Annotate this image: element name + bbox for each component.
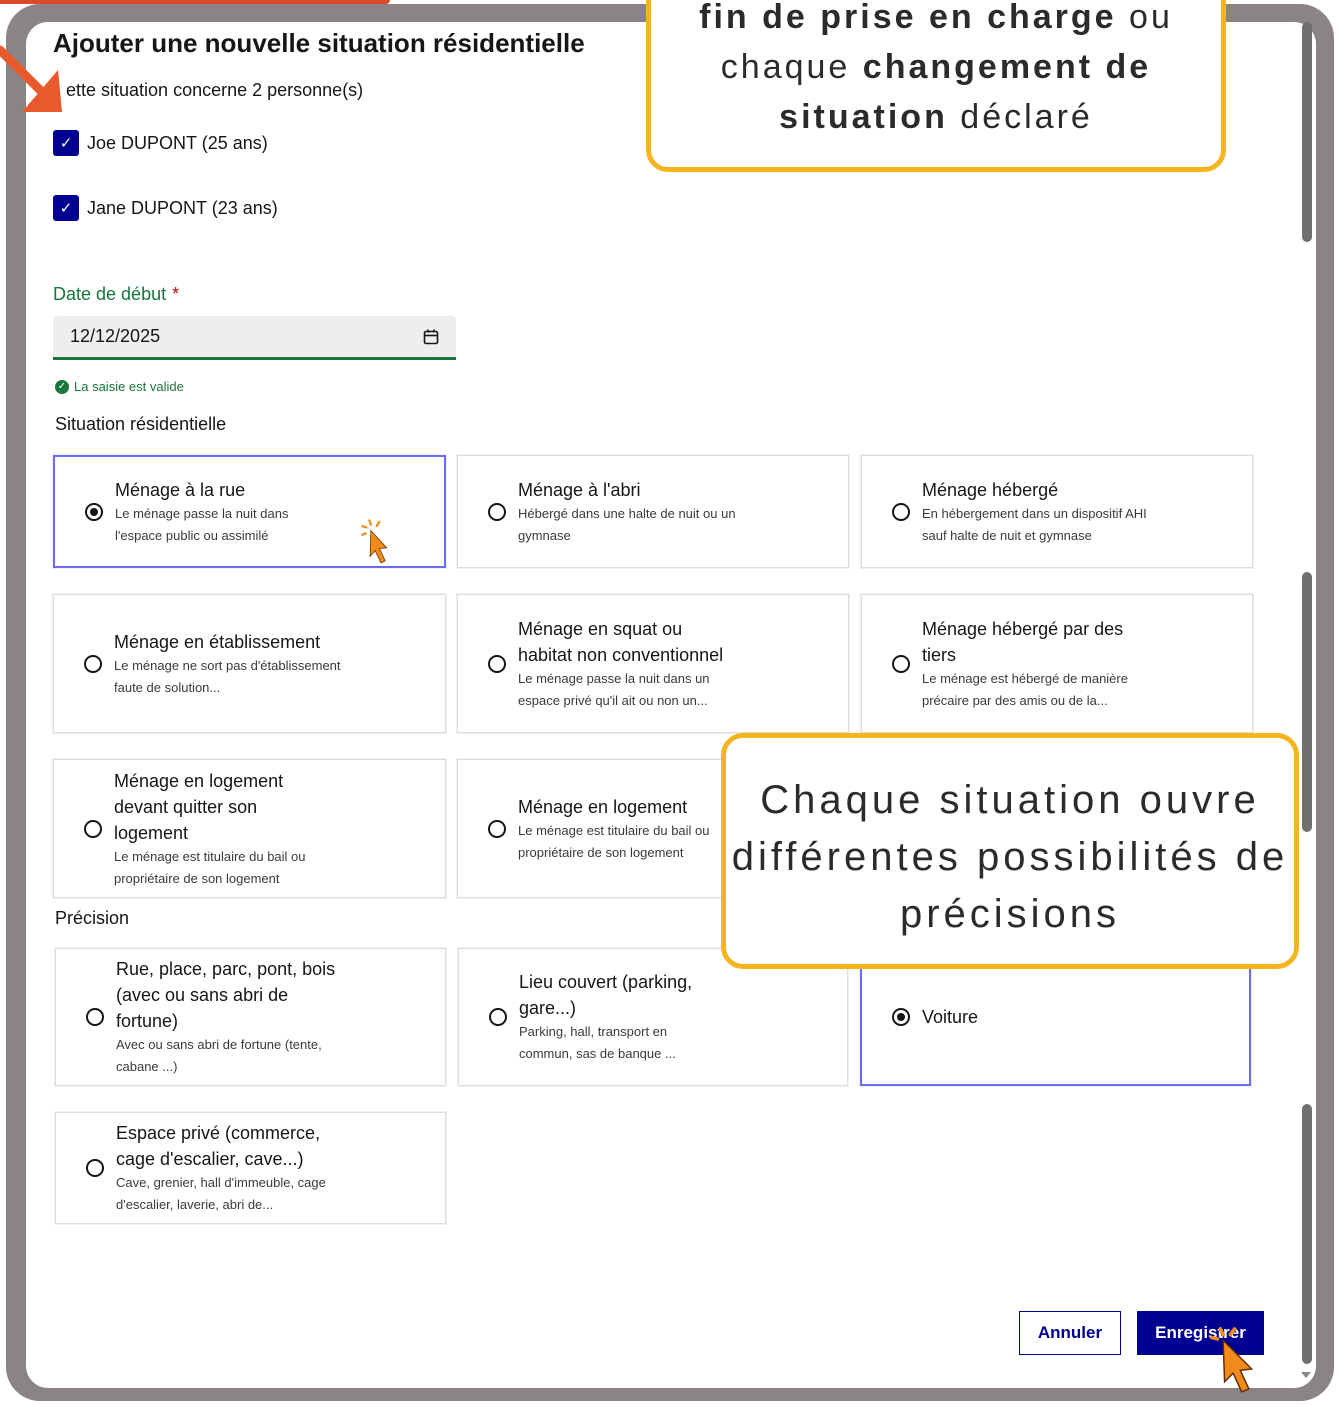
callout-top-text-2: ou: [1116, 0, 1173, 36]
cursor-click-icon: [1209, 1327, 1254, 1393]
situation-card[interactable]: Ménage en squat ou habitat non conventio…: [457, 594, 849, 733]
radio-selected-icon[interactable]: [85, 502, 103, 521]
situation-desc: Le ménage est titulaire du bail ou propr…: [518, 822, 710, 860]
required-mark: *: [172, 284, 180, 304]
callout-top-bold-5: situation: [779, 98, 948, 136]
cursor-click-icon: [361, 519, 388, 564]
situation-title: Ménage en logement: [518, 796, 688, 817]
calendar-icon[interactable]: [422, 328, 440, 346]
radio-icon[interactable]: [488, 654, 506, 673]
scroll-down-icon[interactable]: [1300, 1370, 1312, 1380]
annotation-arrow-icon: [0, 45, 62, 112]
callout-top-text-6: déclaré: [947, 98, 1093, 136]
cancel-button[interactable]: Annuler: [1019, 1311, 1121, 1355]
situation-card[interactable]: Ménage en établissement Le ménage ne sort…: [53, 594, 446, 733]
situation-card[interactable]: Ménage hébergé En hébergement dans un dis…: [861, 455, 1253, 568]
top-accent-tab: [0, 0, 390, 4]
situation-title: Ménage à la rue: [115, 479, 246, 500]
situation-title: Ménage en logement devant quitter son lo…: [114, 770, 284, 843]
radio-icon[interactable]: [892, 654, 910, 673]
radio-icon[interactable]: [488, 502, 506, 521]
callout-top-bold-4: changement de: [862, 48, 1152, 86]
date-input[interactable]: 12/12/2025: [53, 316, 456, 360]
precision-title: Lieu couvert (parking, gare...): [519, 972, 693, 1018]
check-icon[interactable]: ✓: [53, 130, 79, 156]
precision-desc: Avec ou sans abri de fortune (tente, cab…: [116, 1037, 322, 1074]
situation-title: Ménage à l'abri: [518, 479, 641, 500]
date-value: 12/12/2025: [70, 326, 161, 346]
radio-icon[interactable]: [84, 819, 102, 838]
radio-icon[interactable]: [489, 1008, 507, 1026]
scrollbar-thumb-top[interactable]: [1302, 22, 1312, 242]
precision-desc: Parking, hall, transport en commun, sas …: [519, 1024, 676, 1061]
situation-card[interactable]: Ménage à l'abri Hébergé dans une halte de…: [457, 455, 849, 568]
date-label: Date de début *: [53, 284, 179, 305]
situation-title: Ménage hébergé par des tiers: [922, 618, 1124, 665]
situation-card[interactable]: Ménage hébergé par des tiers Le ménage es…: [861, 594, 1253, 733]
radio-icon[interactable]: [892, 502, 910, 521]
callout-top-text-3: chaque: [720, 48, 863, 86]
callout-middle: Chaque situation ouvre différentes possi…: [721, 733, 1299, 969]
situation-title: Ménage en squat ou habitat non conventio…: [518, 618, 724, 665]
scrollbar[interactable]: [1298, 22, 1312, 1382]
radio-icon[interactable]: [488, 819, 506, 838]
situation-card[interactable]: Ménage en logement devant quitter son lo…: [53, 759, 446, 898]
precision-section-label: Précision: [55, 908, 130, 928]
situation-desc: Hébergé dans une halte de nuit ou un gym…: [518, 505, 736, 543]
callout-top-bold-1: fin de prise en charge: [699, 0, 1117, 36]
situation-desc: Le ménage passe la nuit dans l'espace pu…: [115, 505, 289, 543]
check-icon[interactable]: ✓: [53, 195, 79, 221]
situation-desc: Le ménage passe la nuit dans un espace p…: [518, 670, 710, 708]
valid-message: ✓ La saisie est valide: [55, 379, 184, 394]
person-checkbox-row[interactable]: ✓ Jane DUPONT (23 ans): [53, 195, 278, 221]
callout-top: fin de prise en charge ou chaque changem…: [646, 0, 1226, 172]
dialog-title: Ajouter une nouvelle situation résidenti…: [53, 28, 585, 58]
situation-desc: En hébergement dans un dispositif AHI sa…: [922, 505, 1147, 543]
scrollbar-thumb-middle[interactable]: [1302, 572, 1312, 832]
situation-desc: Le ménage est hébergé de manière précair…: [922, 670, 1128, 708]
precision-title: Espace privé (commerce, cage d'escalier,…: [116, 1123, 321, 1169]
person-label: Jane DUPONT (23 ans): [87, 197, 278, 218]
radio-icon[interactable]: [86, 1008, 104, 1026]
dialog-subtitle: ette situation concerne 2 personne(s): [66, 80, 364, 100]
date-label-text: Date de début: [53, 284, 167, 304]
radio-selected-icon[interactable]: [892, 1008, 910, 1026]
precision-title: Voiture: [922, 1007, 979, 1027]
situation-desc: Le ménage est titulaire du bail ou propr…: [114, 848, 306, 886]
precision-card[interactable]: Rue, place, parc, pont, bois (avec ou sa…: [55, 948, 446, 1086]
situation-title: Ménage hébergé: [922, 479, 1059, 500]
precision-title: Rue, place, parc, pont, bois (avec ou sa…: [116, 959, 336, 1031]
precision-card[interactable]: Espace privé (commerce, cage d'escalier,…: [55, 1112, 446, 1224]
scrollbar-thumb-bottom[interactable]: [1302, 1104, 1312, 1364]
check-circle-icon: ✓: [55, 379, 69, 394]
situation-desc: Le ménage ne sort pas d'établissement fa…: [114, 657, 341, 695]
situation-section-label: Situation résidentielle: [55, 414, 227, 434]
person-label: Joe DUPONT (25 ans): [87, 132, 268, 153]
radio-icon[interactable]: [84, 654, 102, 673]
radio-icon[interactable]: [86, 1159, 104, 1177]
precision-desc: Cave, grenier, hall d'immeuble, cage d'e…: [116, 1175, 326, 1212]
situation-title: Ménage en établissement: [114, 631, 321, 652]
person-checkbox-row[interactable]: ✓ Joe DUPONT (25 ans): [53, 130, 268, 156]
valid-message-text: La saisie est valide: [74, 379, 184, 394]
